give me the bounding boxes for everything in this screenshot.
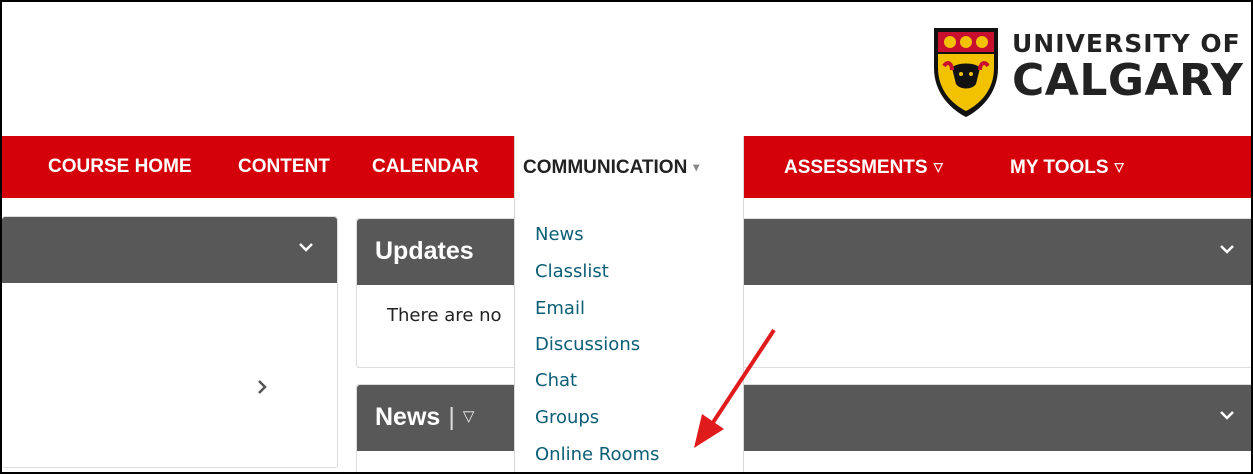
nav-course-home-label: COURSE HOME — [48, 156, 192, 177]
wordmark-line-1: UNIVERSITY OF — [1012, 29, 1241, 58]
nav-calendar[interactable]: CALENDAR — [372, 136, 479, 198]
communication-dropdown-menu: News Classlist Email Discussions Chat Gr… — [514, 198, 744, 472]
updates-empty-message: There are no — [387, 305, 502, 326]
news-widget: News | ▽ — [356, 384, 1251, 472]
nav-calendar-label: CALENDAR — [372, 156, 479, 177]
wordmark-line-2: CALGARY — [1012, 55, 1244, 106]
menu-item-news[interactable]: News — [535, 224, 584, 245]
nav-communication[interactable]: COMMUNICATION ▾ — [514, 136, 744, 198]
university-logo[interactable]: UNIVERSITY OF CALGARY — [930, 24, 1243, 120]
news-widget-title: News | ▽ — [375, 397, 474, 437]
screenshot-frame: UNIVERSITY OF CALGARY COURSE HOME CONTEN… — [0, 0, 1253, 474]
nav-course-home[interactable]: COURSE HOME — [48, 136, 192, 198]
university-wordmark: UNIVERSITY OF CALGARY — [1012, 30, 1243, 104]
news-title-label: News — [375, 403, 441, 431]
news-menu-arrow-icon[interactable]: ▽ — [463, 408, 475, 425]
collapse-chevron-icon[interactable] — [1217, 405, 1237, 425]
menu-item-chat[interactable]: Chat — [535, 370, 577, 391]
chevron-down-icon: ▾ — [693, 160, 700, 174]
chevron-right-icon[interactable] — [252, 377, 272, 397]
menu-item-discussions[interactable]: Discussions — [535, 334, 640, 355]
collapse-chevron-icon[interactable] — [1217, 239, 1237, 259]
chevron-down-icon: ▽ — [933, 160, 943, 174]
nav-assessments[interactable]: ASSESSMENTS ▽ — [784, 136, 943, 198]
nav-my-tools[interactable]: MY TOOLS ▽ — [1010, 136, 1124, 198]
news-widget-header: News | ▽ — [357, 385, 1251, 451]
collapse-chevron-icon[interactable] — [296, 237, 316, 257]
nav-communication-label: COMMUNICATION — [523, 157, 688, 178]
left-widget-header — [2, 217, 337, 283]
university-shield-icon — [934, 28, 998, 117]
updates-widget-header: Updates — [357, 219, 1251, 285]
updates-widget-title: Updates — [375, 237, 474, 265]
chevron-down-icon: ▽ — [1114, 160, 1124, 174]
course-navbar: COURSE HOME CONTENT CALENDAR COMMUNICATI… — [2, 136, 1251, 198]
nav-content[interactable]: CONTENT — [238, 136, 330, 198]
menu-item-groups[interactable]: Groups — [535, 407, 599, 428]
nav-my-tools-label: MY TOOLS — [1010, 157, 1109, 178]
nav-content-label: CONTENT — [238, 156, 330, 177]
nav-assessments-label: ASSESSMENTS — [784, 157, 928, 178]
menu-item-online-rooms[interactable]: Online Rooms — [535, 444, 659, 465]
updates-widget: Updates There are no — [356, 218, 1251, 368]
menu-item-classlist[interactable]: Classlist — [535, 261, 609, 282]
left-widget — [2, 216, 338, 468]
title-separator: | — [448, 403, 455, 431]
menu-item-email[interactable]: Email — [535, 298, 585, 319]
